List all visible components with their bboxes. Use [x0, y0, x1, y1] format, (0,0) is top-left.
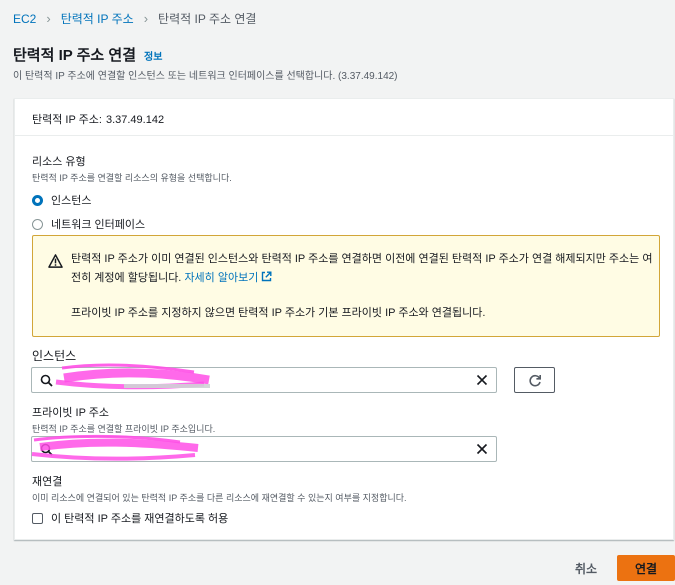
ip-label: 탄력적 IP 주소: — [32, 114, 102, 126]
page-description: 이 탄력적 IP 주소에 연결할 인스턴스 또는 네트워크 인터페이스를 선택합… — [13, 71, 398, 82]
radio-network-interface[interactable]: 네트워크 인터페이스 — [32, 214, 232, 234]
warning-alert: 탄력적 IP 주소가 이미 연결된 인스턴스와 탄력적 IP 주소를 연결하면 … — [32, 235, 660, 337]
external-link-icon[interactable] — [261, 271, 272, 282]
reassociation-checkbox[interactable] — [32, 512, 43, 524]
radio-instance[interactable]: 인스턴스 — [32, 190, 232, 210]
breadcrumb-current: 탄력적 IP 주소 연결 — [158, 12, 257, 26]
page-title: 탄력적 IP 주소 연결 — [13, 47, 137, 64]
resource-type-section: 리소스 유형 탄력적 IP 주소를 연결할 리소스의 유형을 선택합니다. 인스… — [32, 153, 232, 234]
reassociation-checkbox-row[interactable]: 이 탄력적 IP 주소를 재연결하도록 허용 — [32, 510, 407, 526]
radio-instance-label: 인스턴스 — [51, 195, 92, 207]
ip-value: 3.37.49.142 — [105, 114, 165, 126]
radio-unselected-icon[interactable] — [32, 218, 43, 230]
close-icon[interactable] — [476, 443, 488, 455]
chevron-right-icon: › — [46, 11, 51, 26]
alert-text-block: 탄력적 IP 주소가 이미 연결된 인스턴스와 탄력적 IP 주소를 연결하면 … — [71, 250, 656, 288]
instance-search-input[interactable] — [31, 367, 497, 393]
radio-selected-icon[interactable] — [32, 194, 43, 206]
reassociation-section: 재연결 이미 리소스에 연결되어 있는 탄력적 IP 주소를 다른 리소스에 재… — [32, 473, 407, 526]
reassociation-description: 이미 리소스에 연결되어 있는 탄력적 IP 주소를 다른 리소스에 재연결할 … — [32, 493, 407, 503]
cancel-button[interactable]: 취소 — [566, 555, 606, 581]
associate-button[interactable]: 연결 — [617, 555, 675, 581]
breadcrumb-elastic-ips[interactable]: 탄력적 IP 주소 — [61, 10, 134, 27]
resource-type-label: 리소스 유형 — [32, 156, 86, 168]
alert-message-2: 프라이빗 IP 주소를 지정하지 않으면 탄력적 IP 주소가 기본 프라이빗 … — [71, 307, 486, 319]
radio-network-interface-label: 네트워크 인터페이스 — [51, 219, 146, 231]
refresh-icon — [529, 374, 541, 387]
resource-type-description: 탄력적 IP 주소를 연결할 리소스의 유형을 선택합니다. — [32, 173, 232, 183]
breadcrumb: EC2 › 탄력적 IP 주소 › 탄력적 IP 주소 연결 — [13, 10, 256, 27]
search-icon — [40, 443, 53, 456]
panel-header: 탄력적 IP 주소: 3.37.49.142 — [15, 99, 673, 136]
instance-label: 인스턴스 — [32, 349, 77, 363]
info-link[interactable]: 정보 — [144, 48, 162, 63]
private-ip-section: 프라이빗 IP 주소 탄력적 IP 주소를 연결할 프라이빗 IP 주소입니다. — [32, 404, 215, 435]
warning-icon — [48, 254, 63, 268]
search-icon — [40, 374, 53, 387]
refresh-button[interactable] — [514, 367, 555, 393]
form-panel: 탄력적 IP 주소: 3.37.49.142 리소스 유형 탄력적 IP 주소를 … — [14, 98, 674, 540]
reassociation-checkbox-label: 이 탄력적 IP 주소를 재연결하도록 허용 — [51, 513, 229, 525]
private-ip-description: 탄력적 IP 주소를 연결할 프라이빗 IP 주소입니다. — [32, 424, 216, 434]
private-ip-input[interactable] — [31, 436, 497, 462]
reassociation-label: 재연결 — [32, 476, 63, 488]
chevron-right-icon: › — [143, 11, 149, 26]
close-icon[interactable] — [476, 374, 488, 386]
learn-more-link[interactable]: 자세히 알아보기 — [184, 272, 258, 284]
alert-message: 탄력적 IP 주소가 이미 연결된 인스턴스와 탄력적 IP 주소를 연결하면 … — [71, 253, 653, 284]
private-ip-label: 프라이빗 IP 주소 — [32, 407, 110, 419]
breadcrumb-ec2[interactable]: EC2 — [13, 12, 36, 26]
page-title-row: 탄력적 IP 주소 연결 정보 — [13, 44, 162, 65]
